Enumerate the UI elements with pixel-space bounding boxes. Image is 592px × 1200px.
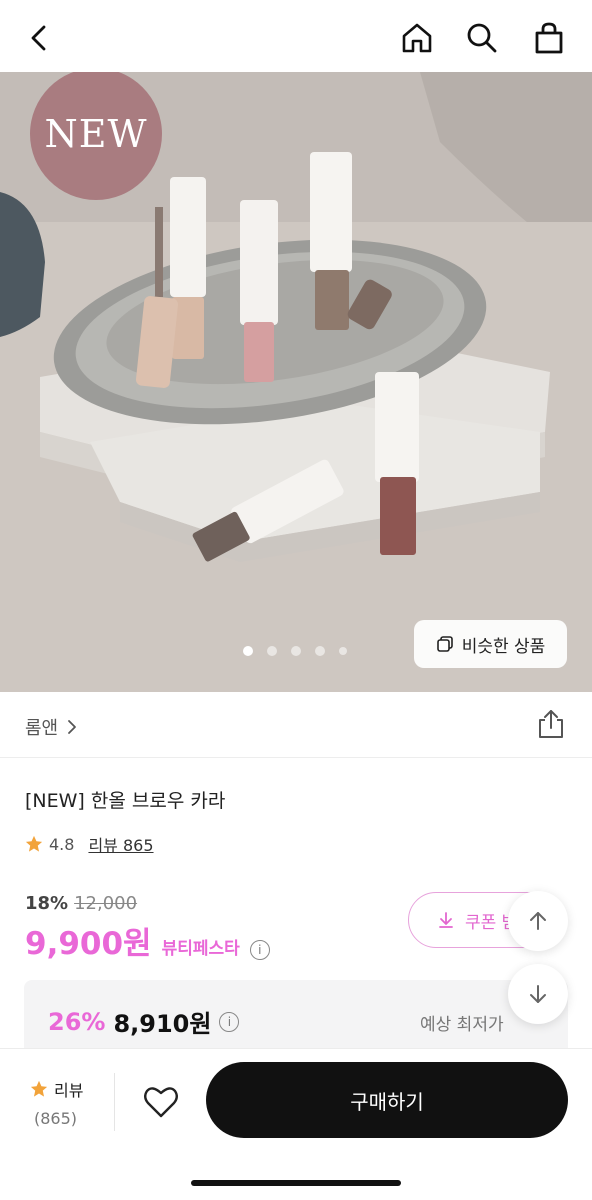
chevron-right-icon [68, 720, 77, 734]
search-button[interactable] [462, 18, 502, 58]
carousel-dot[interactable] [267, 646, 277, 656]
brand-link[interactable]: 롬앤 [25, 714, 78, 740]
search-icon [467, 23, 497, 53]
home-icon [402, 23, 432, 53]
bottom-review-button[interactable]: 리뷰 (865) [30, 1077, 110, 1128]
store-name: 뷰티페스타 [161, 939, 240, 959]
shopping-bag-icon [535, 22, 563, 54]
arrow-up-icon [530, 912, 546, 930]
review-count-link[interactable]: 리뷰 865 [88, 832, 153, 856]
buy-button[interactable]: 구매하기 [206, 1062, 568, 1138]
brand-name: 롬앤 [25, 718, 59, 739]
heart-icon [144, 1087, 178, 1118]
similar-products-label: 비슷한 상품 [461, 636, 546, 657]
star-icon [25, 835, 43, 852]
similar-products-button[interactable]: 비슷한 상품 [414, 620, 567, 668]
scroll-up-button[interactable] [508, 891, 568, 951]
rating-row: 4.8 리뷰 865 [25, 832, 154, 856]
product-title: [NEW] 한올 브로우 카라 [25, 790, 226, 812]
product-hero-image[interactable]: NEW 비슷한 상품 [0, 72, 592, 692]
info-icon[interactable]: i [249, 940, 270, 960]
divider [114, 1073, 115, 1131]
bottom-review-count: (865) [34, 1109, 78, 1128]
original-price-row: 18% 12,000 [25, 893, 137, 914]
download-icon [439, 912, 453, 928]
wishlist-button[interactable] [140, 1081, 182, 1123]
home-indicator [191, 1180, 401, 1186]
brand-row: 롬앤 [0, 692, 592, 758]
lowest-price: 8,910원 [113, 1010, 212, 1038]
current-price-row: 9,900원 뷰티페스타 i [25, 918, 270, 963]
home-button[interactable] [397, 18, 437, 58]
current-price: 9,900원 [25, 926, 152, 962]
back-button[interactable] [20, 18, 60, 58]
carousel-dot[interactable] [291, 646, 301, 656]
lowest-price-label: 예상 최저가 [420, 1015, 504, 1035]
lowest-price-values: 26% 8,910원 i [48, 1004, 240, 1039]
shopping-bag-button[interactable] [529, 18, 569, 58]
scroll-down-button[interactable] [508, 964, 568, 1024]
discount-rate: 18% [25, 893, 69, 914]
share-button[interactable] [535, 708, 567, 740]
arrow-down-icon [530, 985, 546, 1003]
star-icon [30, 1080, 48, 1097]
bottom-action-bar: 리뷰 (865) 구매하기 [0, 1048, 592, 1200]
original-price: 12,000 [74, 893, 138, 914]
share-icon [539, 710, 563, 738]
carousel-dot[interactable] [243, 646, 253, 656]
carousel-dot[interactable] [339, 647, 347, 655]
top-navigation-bar [0, 0, 592, 74]
info-icon[interactable]: i [219, 1011, 240, 1032]
lowest-discount-rate: 26% [48, 1007, 106, 1036]
chevron-left-icon [31, 25, 46, 51]
bottom-review-label-row: 리뷰 [30, 1077, 110, 1101]
copy-icon [436, 636, 453, 652]
carousel-dot[interactable] [315, 646, 325, 656]
rating-value: 4.8 [49, 834, 75, 854]
new-badge: NEW [30, 72, 162, 200]
bottom-review-label: 리뷰 [54, 1081, 84, 1100]
